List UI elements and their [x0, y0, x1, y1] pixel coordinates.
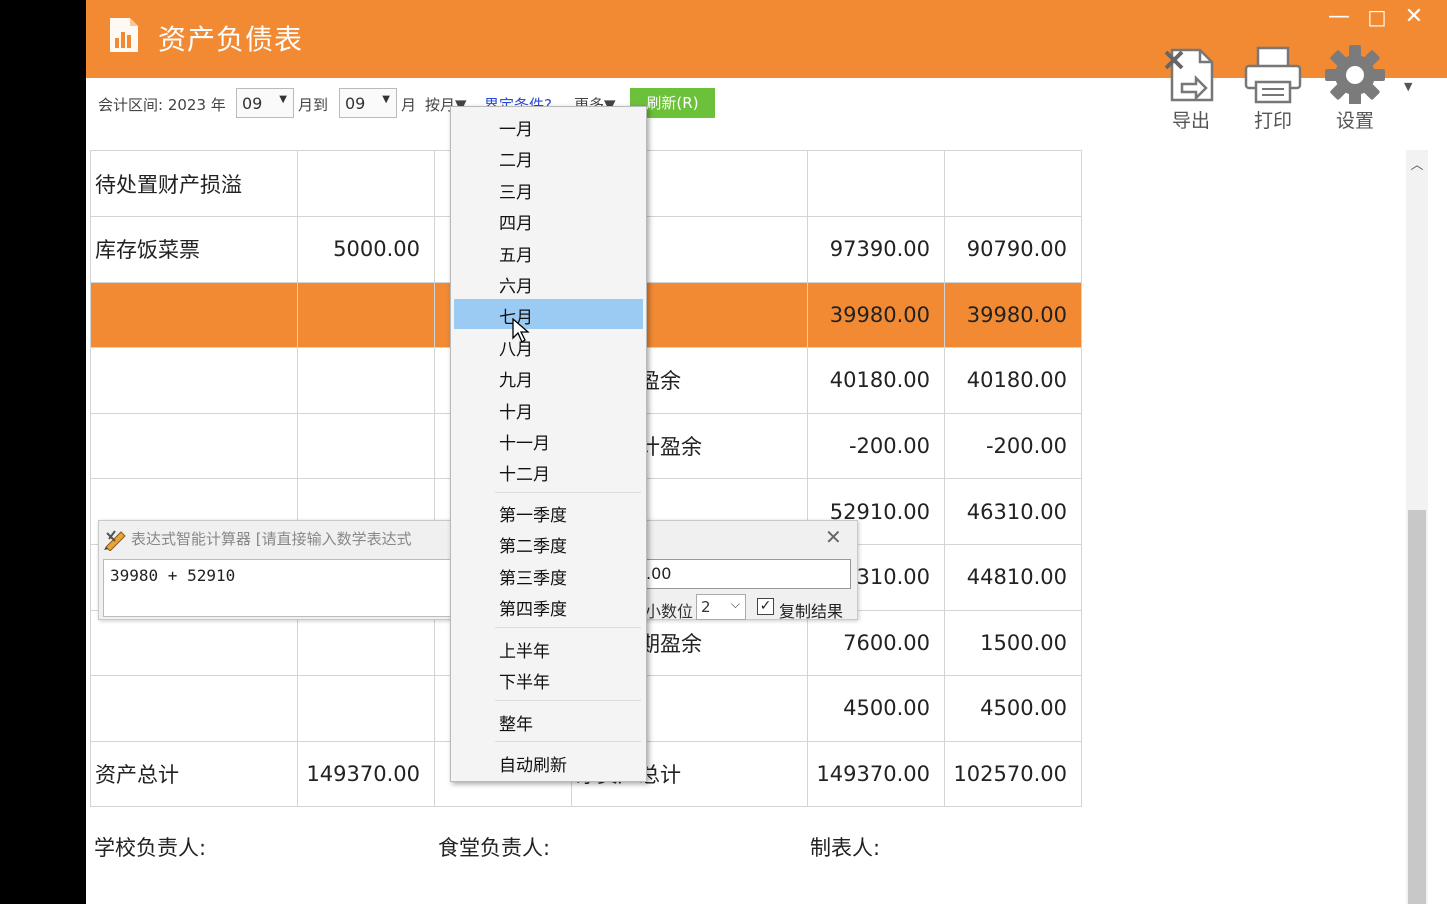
maximize-button[interactable]: □ [1364, 4, 1390, 30]
table-cell[interactable] [944, 150, 1082, 217]
table-cell[interactable]: 4500.00 [944, 675, 1082, 742]
decimal-places-value: 2 [701, 598, 711, 616]
table-cell[interactable]: 149370.00 [807, 740, 945, 808]
copy-result-checkbox[interactable]: ✓ [757, 598, 774, 615]
table-cell[interactable]: 97390.00 [807, 216, 945, 283]
menu-item-month[interactable]: 一月 [499, 115, 533, 140]
table-cell[interactable] [90, 675, 298, 742]
settings-button[interactable]: 设置 [1320, 44, 1390, 144]
menu-item-month[interactable]: 五月 [499, 241, 533, 266]
table-cell[interactable]: 102570.00 [944, 740, 1082, 808]
app-window: 资产负债表 — □ ✕ 导出 打印 设置 ▼ 会计区间: 2023 年 09 ▼… [86, 0, 1447, 904]
menu-item-quarter[interactable]: 第四季度 [499, 595, 567, 620]
menu-separator [495, 741, 641, 742]
table-cell[interactable]: 40180.00 [944, 347, 1082, 414]
table-cell[interactable] [297, 347, 435, 414]
table-cell[interactable]: 1500.00 [944, 609, 1082, 677]
menu-item-month[interactable]: 三月 [499, 178, 533, 203]
mouse-cursor-icon [512, 318, 530, 343]
table-cell[interactable] [90, 347, 298, 414]
table-cell[interactable]: 待处置财产损溢 [90, 150, 298, 217]
chevron-down-icon: ▼ [382, 94, 390, 105]
table-cell[interactable] [297, 412, 435, 480]
menu-separator [495, 492, 641, 493]
menu-item-auto-refresh[interactable]: 自动刷新 [499, 751, 567, 776]
vertical-scrollbar[interactable]: ︿ [1406, 150, 1428, 904]
menu-item-quarter[interactable]: 第一季度 [499, 501, 567, 526]
scroll-up-icon[interactable]: ︿ [1406, 154, 1428, 174]
month-unit-label: 月 [401, 96, 417, 114]
from-month-value: 09 [242, 94, 263, 113]
pencil-icon [104, 530, 126, 551]
menu-item-quarter[interactable]: 第二季度 [499, 532, 567, 557]
from-month-select[interactable]: 09 ▼ [236, 88, 294, 118]
preparer-signature-label: 制表人: [810, 836, 881, 860]
menu-item-month[interactable]: 四月 [499, 209, 533, 234]
table-cell[interactable]: 149370.00 [297, 740, 435, 808]
print-button[interactable]: 打印 [1238, 44, 1308, 144]
toolbar-more-dropdown[interactable]: ▼ [1404, 80, 1418, 93]
menu-item-month[interactable]: 二月 [499, 146, 533, 171]
table-cell[interactable] [807, 150, 945, 217]
menu-separator [495, 700, 641, 701]
window-title: 资产负债表 [158, 23, 304, 56]
settings-label: 设置 [1335, 110, 1374, 132]
calculator-close-icon[interactable]: ✕ [825, 525, 842, 549]
table-cell[interactable]: 90790.00 [944, 216, 1082, 283]
result-field[interactable]: .00 [639, 559, 851, 589]
decimal-places-label: 小数位 [645, 602, 694, 621]
period-dropdown-menu: 一月 二月 三月 四月 五月 六月 七月 八月 九月 十月 十一月 十二月 第一季度 第二季度 第三季度 第四… [450, 106, 647, 782]
export-icon [1164, 48, 1214, 102]
menu-item-half-year[interactable]: 上半年 [499, 637, 550, 662]
table-cell[interactable]: -200.00 [807, 412, 945, 480]
scroll-thumb[interactable] [1408, 510, 1426, 904]
report-icon [110, 18, 138, 52]
printer-icon [1244, 46, 1302, 104]
table-cell[interactable]: 46310.00 [944, 478, 1082, 545]
canteen-signature-label: 食堂负责人: [438, 836, 551, 860]
menu-item-month[interactable]: 十一月 [499, 429, 550, 454]
expression-input[interactable]: 39980 + 52910 [103, 559, 455, 617]
close-button[interactable]: ✕ [1401, 4, 1427, 30]
table-cell[interactable]: 资产总计 [90, 740, 298, 808]
table-cell[interactable] [297, 675, 435, 742]
menu-item-highlight [454, 299, 643, 329]
gear-icon [1325, 45, 1385, 104]
to-label: 月到 [298, 96, 329, 114]
table-cell[interactable]: -200.00 [944, 412, 1082, 480]
menu-item-month[interactable]: 十二月 [499, 460, 550, 485]
chevron-down-icon: ▼ [279, 94, 287, 105]
decimal-places-select[interactable]: 2 ⌵ [696, 594, 746, 620]
table-cell[interactable] [90, 281, 298, 349]
menu-item-month[interactable]: 九月 [499, 366, 533, 391]
table-cell[interactable]: 39980.00 [944, 281, 1082, 349]
export-label: 导出 [1171, 110, 1210, 132]
copy-result-label: 复制结果 [779, 602, 844, 621]
menu-item-half-year[interactable]: 下半年 [499, 668, 550, 693]
table-cell[interactable] [90, 412, 298, 480]
table-cell[interactable] [297, 281, 435, 349]
chevron-down-icon: ⌵ [730, 597, 740, 611]
table-cell[interactable]: 5000.00 [297, 216, 435, 283]
minimize-button[interactable]: — [1326, 4, 1352, 30]
period-label: 会计区间: 2023 年 [98, 96, 226, 114]
to-month-value: 09 [345, 94, 366, 113]
menu-item-quarter[interactable]: 第三季度 [499, 564, 567, 589]
export-button[interactable]: 导出 [1156, 44, 1226, 144]
calculator-title: 表达式智能计算器 [请直接输入数学表达式 [131, 530, 412, 548]
table-cell[interactable]: 40180.00 [807, 347, 945, 414]
table-cell[interactable]: 4500.00 [807, 675, 945, 742]
table-cell[interactable] [297, 150, 435, 217]
menu-separator [495, 627, 641, 628]
menu-item-month[interactable]: 六月 [499, 272, 533, 297]
table-cell[interactable]: 库存饭菜票 [90, 216, 298, 283]
menu-item-month[interactable]: 十月 [499, 398, 533, 423]
table-cell[interactable]: 39980.00 [807, 281, 945, 349]
table-cell[interactable]: 44810.00 [944, 543, 1082, 611]
menu-item-full-year[interactable]: 整年 [499, 710, 533, 735]
school-signature-label: 学校负责人: [94, 836, 207, 860]
to-month-select[interactable]: 09 ▼ [339, 88, 397, 118]
print-label: 打印 [1253, 110, 1292, 132]
